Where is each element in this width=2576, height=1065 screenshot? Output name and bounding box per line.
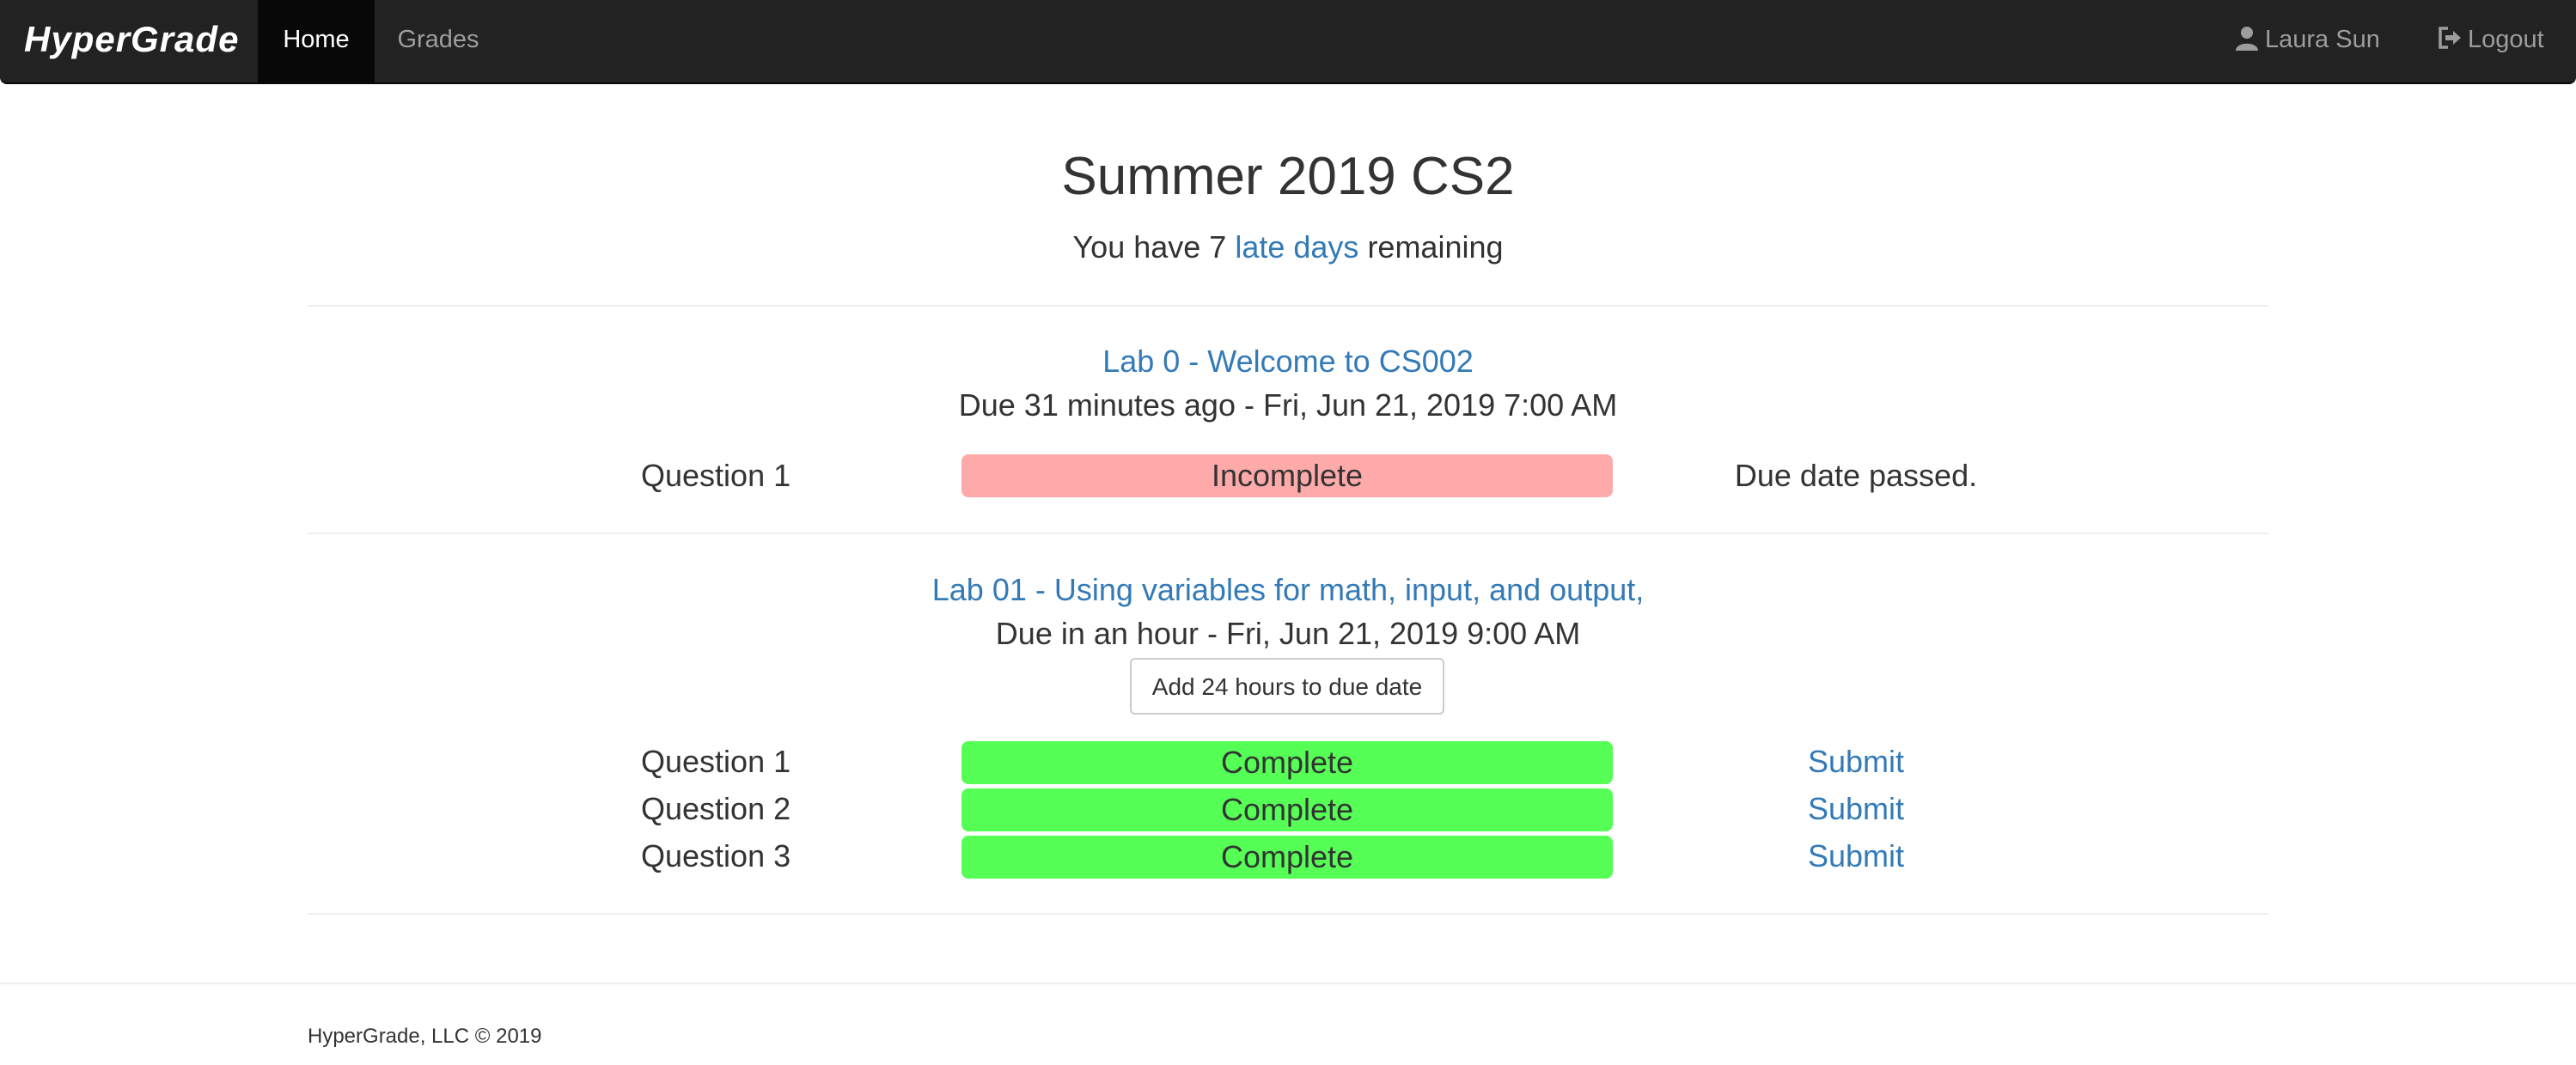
- due-date-passed-text: Due date passed.: [1734, 458, 1978, 493]
- late-days-summary: You have 7 late days remaining: [0, 229, 2576, 265]
- question-label: Question 1: [641, 458, 791, 493]
- question-label: Question 3: [641, 838, 791, 873]
- add-24-hours-button[interactable]: Add 24 hours to due date: [1130, 658, 1444, 715]
- nav-tab-home[interactable]: Home: [258, 0, 375, 82]
- late-days-suffix: remaining: [1367, 229, 1504, 265]
- divider: [308, 532, 2268, 534]
- nav-tab-grades[interactable]: Grades: [375, 0, 502, 82]
- status-badge-complete: Complete: [961, 836, 1613, 879]
- logout-icon: [2437, 25, 2463, 51]
- user-menu[interactable]: Laura Sun: [2234, 0, 2406, 82]
- late-days-prefix: You have 7: [1072, 229, 1227, 265]
- footer-copyright: HyperGrade, LLC © 2019: [308, 1025, 542, 1048]
- submit-link-q3[interactable]: Submit: [1598, 838, 2114, 874]
- divider: [308, 305, 2268, 307]
- assignment-title-lab01[interactable]: Lab 01 - Using variables for math, input…: [0, 572, 2576, 608]
- brand-logo[interactable]: HyperGrade: [24, 0, 239, 82]
- late-days-link[interactable]: late days: [1235, 229, 1358, 265]
- status-badge-complete: Complete: [961, 741, 1613, 784]
- page-title: Summer 2019 CS2: [1061, 147, 1515, 206]
- assignment-due-lab0: Due 31 minutes ago - Fri, Jun 21, 2019 7…: [958, 387, 1618, 423]
- submit-link-q2[interactable]: Submit: [1598, 791, 2114, 827]
- logout-label: Logout: [2468, 26, 2544, 53]
- divider: [308, 913, 2268, 915]
- assignment-title-lab0[interactable]: Lab 0 - Welcome to CS002: [0, 344, 2576, 380]
- status-badge-complete: Complete: [961, 788, 1613, 831]
- submit-link-q1[interactable]: Submit: [1598, 744, 2114, 780]
- question-label: Question 1: [641, 744, 791, 779]
- top-navbar: HyperGrade Home Grades Laura Sun Logout: [0, 0, 2576, 84]
- assignment-due-lab01: Due in an hour - Fri, Jun 21, 2019 9:00 …: [995, 616, 1581, 651]
- user-name: Laura Sun: [2265, 26, 2380, 53]
- logout-link[interactable]: Logout: [2437, 0, 2566, 82]
- status-badge-incomplete: Incomplete: [961, 454, 1613, 497]
- question-label: Question 2: [641, 791, 791, 826]
- footer-divider: [0, 983, 2576, 984]
- user-icon: [2234, 25, 2260, 51]
